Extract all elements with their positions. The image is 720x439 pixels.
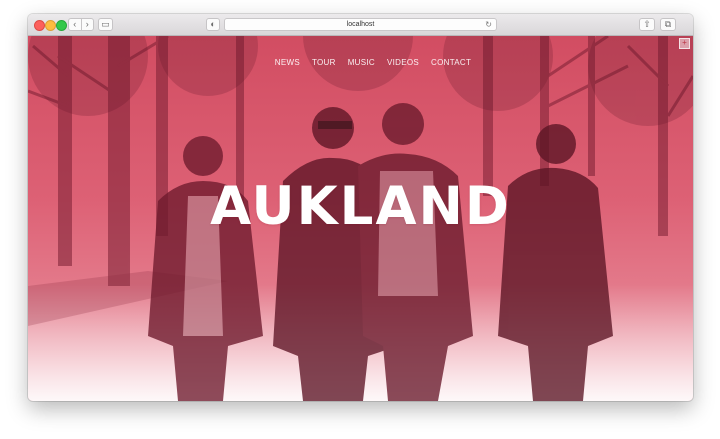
share-icon: ⇧	[643, 19, 651, 29]
band-title: AUKLAND	[210, 176, 511, 237]
browser-window: ‹ › ▭ ◐ localhost ↻ ⇧ ⧉ NEWS TOUR MUSIC …	[28, 14, 693, 401]
share-button[interactable]: ⇧	[639, 18, 655, 31]
sidebar-icon: ▭	[101, 19, 110, 29]
band-members	[148, 103, 613, 401]
address-bar[interactable]: localhost ↻	[224, 18, 497, 31]
sidebar-toggle-button[interactable]: ▭	[98, 18, 113, 31]
privacy-button[interactable]: ◐	[206, 18, 220, 31]
hero-section: NEWS TOUR MUSIC VIDEOS CONTACT AUKLAND +	[28, 36, 693, 401]
nav-item-videos[interactable]: VIDEOS	[387, 58, 419, 67]
close-window-button[interactable]	[34, 20, 45, 31]
reload-icon[interactable]: ↻	[485, 20, 492, 29]
browser-toolbar: ‹ › ▭ ◐ localhost ↻ ⇧ ⧉	[28, 14, 693, 36]
forward-icon[interactable]: ›	[82, 20, 94, 29]
nav-item-contact[interactable]: CONTACT	[431, 58, 471, 67]
url-text: localhost	[346, 21, 375, 28]
shield-icon: ◐	[210, 19, 216, 29]
nav-item-music[interactable]: MUSIC	[348, 58, 375, 67]
expand-icon[interactable]: +	[679, 38, 690, 49]
member-3	[358, 103, 473, 401]
show-tabs-button[interactable]: ⧉	[660, 18, 676, 31]
nav-item-news[interactable]: NEWS	[275, 58, 300, 67]
tabs-icon: ⧉	[664, 19, 672, 29]
maximize-window-button[interactable]	[56, 20, 67, 31]
nav-item-tour[interactable]: TOUR	[312, 58, 336, 67]
site-nav: NEWS TOUR MUSIC VIDEOS CONTACT	[28, 58, 693, 67]
minimize-window-button[interactable]	[45, 20, 56, 31]
member-4	[498, 124, 613, 401]
back-icon[interactable]: ‹	[69, 20, 81, 29]
history-nav-group: ‹ ›	[68, 18, 94, 31]
